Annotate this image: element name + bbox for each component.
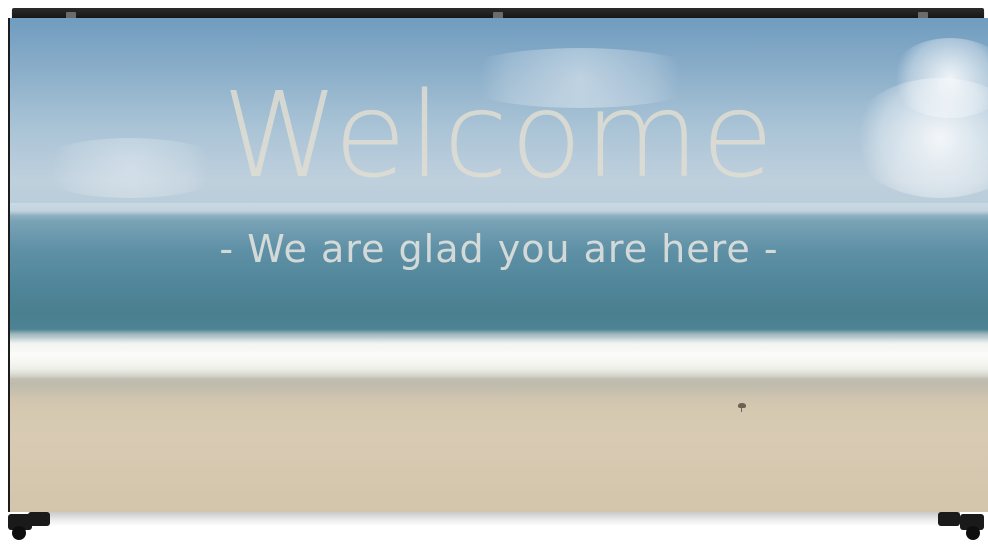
- shorebird-leg: [741, 408, 742, 412]
- welcome-subtitle: - We are glad you are here -: [219, 227, 779, 271]
- caster-wheel: [938, 512, 960, 526]
- banner-panel: Welcome - We are glad you are here -: [8, 18, 988, 512]
- bottom-bar: [30, 512, 960, 526]
- caster-wheel: [960, 514, 984, 540]
- welcome-title: Welcome: [222, 66, 776, 204]
- horizon: [10, 203, 988, 221]
- caster-wheel: [28, 512, 50, 526]
- shorebird-image: [738, 403, 746, 408]
- surf-wave: [10, 338, 988, 378]
- banner-stand-display: Welcome - We are glad you are here -: [0, 0, 988, 545]
- wheel-icon: [966, 526, 980, 540]
- wet-sand: [10, 378, 988, 410]
- wheel-icon: [12, 526, 26, 540]
